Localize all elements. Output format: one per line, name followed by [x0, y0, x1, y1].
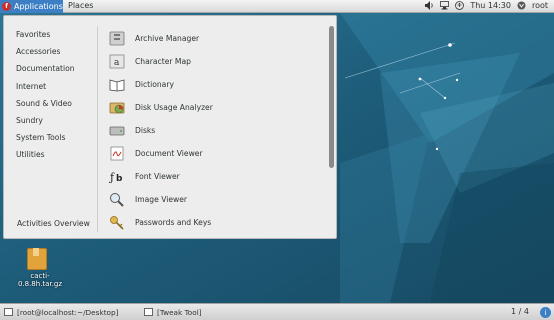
menu-divider — [97, 26, 98, 232]
volume-icon[interactable] — [425, 1, 434, 10]
category-list: Favorites Accessories Documentation Inte… — [16, 30, 75, 168]
svg-text:ƒ: ƒ — [109, 171, 115, 184]
category-internet[interactable]: Internet — [16, 82, 75, 99]
app-label: Character Map — [135, 57, 191, 66]
category-documentation[interactable]: Documentation — [16, 64, 75, 81]
app-archive-manager[interactable]: Archive Manager — [108, 27, 318, 50]
message-tray-icon[interactable]: i — [540, 307, 551, 318]
network-icon[interactable] — [440, 1, 450, 10]
activities-overview[interactable]: Activities Overview — [17, 219, 90, 228]
app-dictionary[interactable]: Dictionary — [108, 73, 318, 96]
font-viewer-icon: ƒb — [108, 168, 126, 185]
character-map-icon: a — [108, 53, 126, 70]
terminal-window-icon — [4, 308, 13, 316]
disks-icon — [108, 122, 126, 139]
top-panel: f Applications Places Thu 14:30 root — [0, 0, 554, 13]
desktop-file-item[interactable]: cacti-0.8.8h.tar.gz — [10, 248, 70, 288]
tweak-tool-window-icon — [144, 308, 153, 316]
applications-menu: Favorites Accessories Documentation Inte… — [3, 15, 337, 239]
places-menu-button[interactable]: Places — [68, 1, 93, 10]
app-label: Document Viewer — [135, 149, 203, 158]
passwords-keys-icon — [108, 214, 126, 231]
app-label: Archive Manager — [135, 34, 200, 43]
app-label: Image Viewer — [135, 195, 188, 204]
taskbar-item-label: [Tweak Tool] — [157, 307, 202, 317]
category-system-tools[interactable]: System Tools — [16, 133, 75, 150]
image-viewer-icon — [108, 191, 126, 208]
applications-menu-button[interactable]: f Applications — [0, 0, 63, 13]
app-label: Disk Usage Analyzer — [135, 103, 213, 112]
applications-label: Applications — [14, 2, 63, 11]
taskbar-item-terminal[interactable]: [root@localhost:~/Desktop] — [4, 306, 119, 318]
bottom-panel: [root@localhost:~/Desktop] [Tweak Tool] … — [0, 303, 554, 320]
menu-scrollbar[interactable] — [329, 26, 334, 168]
app-font-viewer[interactable]: ƒb Font Viewer — [108, 165, 318, 188]
user-icon[interactable] — [517, 1, 526, 10]
category-sound-video[interactable]: Sound & Video — [16, 99, 75, 116]
desktop-file-name: cacti-0.8.8h.tar.gz — [17, 272, 63, 288]
dictionary-icon — [108, 76, 126, 93]
category-favorites[interactable]: Favorites — [16, 30, 75, 47]
app-image-viewer[interactable]: Image Viewer — [108, 188, 318, 211]
taskbar-item-label: [root@localhost:~/Desktop] — [17, 307, 119, 317]
category-utilities[interactable]: Utilities — [16, 150, 75, 167]
category-accessories[interactable]: Accessories — [16, 47, 75, 64]
app-label: Passwords and Keys — [135, 218, 212, 227]
workspace-pager[interactable]: 1 / 4 — [511, 307, 529, 316]
archive-manager-icon — [108, 30, 126, 47]
accessibility-icon[interactable] — [455, 1, 465, 10]
taskbar-item-tweak-tool[interactable]: [Tweak Tool] — [144, 306, 202, 318]
svg-text:a: a — [114, 58, 120, 68]
user-menu-label[interactable]: root — [532, 1, 548, 10]
app-character-map[interactable]: a Character Map — [108, 50, 318, 73]
clock[interactable]: Thu 14:30 — [470, 1, 511, 10]
disk-usage-icon — [108, 99, 126, 116]
svg-text:b: b — [116, 174, 123, 184]
fedora-logo-icon: f — [2, 2, 11, 11]
category-sundry[interactable]: Sundry — [16, 116, 75, 133]
app-label: Disks — [135, 126, 156, 135]
app-list: Archive Manager a Character Map Dictiona… — [108, 27, 318, 234]
archive-file-icon — [27, 248, 47, 270]
app-passwords-and-keys[interactable]: Passwords and Keys — [108, 211, 318, 234]
app-disks[interactable]: Disks — [108, 119, 318, 142]
document-viewer-icon — [108, 145, 126, 162]
app-disk-usage-analyzer[interactable]: Disk Usage Analyzer — [108, 96, 318, 119]
app-document-viewer[interactable]: Document Viewer — [108, 142, 318, 165]
app-label: Font Viewer — [135, 172, 180, 181]
app-label: Dictionary — [135, 80, 174, 89]
system-tray: Thu 14:30 root — [425, 1, 548, 10]
